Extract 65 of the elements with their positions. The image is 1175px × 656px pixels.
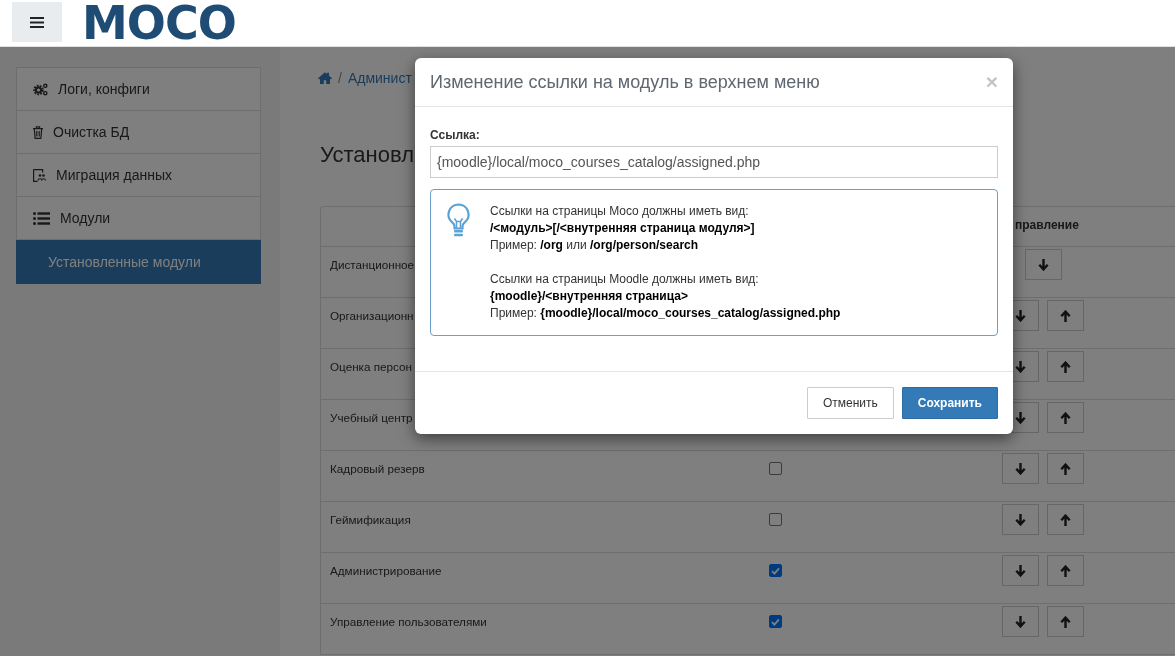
move-up-button[interactable] [1047, 606, 1084, 637]
checkbox[interactable] [769, 513, 782, 526]
example-text: Пример: {moodle}/local/moco_courses_catalog/assigned.php [490, 305, 841, 322]
logo[interactable]: MOCO [82, 2, 236, 44]
hint-text: Ссылки на страницы Moco должны иметь вид: [490, 203, 750, 220]
save-button[interactable]: Сохранить [901, 387, 998, 419]
arrow-down-icon [1015, 411, 1026, 424]
breadcrumb-separator: / [338, 70, 342, 86]
sidebar-item[interactable]: Миграция данных [16, 154, 261, 197]
arrow-down-icon [1015, 309, 1026, 322]
arrow-down-icon [1015, 513, 1026, 526]
field-label: Ссылка: [430, 127, 481, 144]
checkbox[interactable] [769, 462, 782, 475]
arrow-up-icon [1060, 360, 1071, 373]
module-name: Организационн [330, 309, 414, 322]
arrow-up-icon [1060, 411, 1071, 424]
arrow-down-icon [1015, 462, 1026, 475]
arrow-up-icon [1060, 564, 1071, 577]
sidebar-item[interactable]: Очистка БД [16, 111, 261, 154]
checkmark-icon [771, 566, 780, 575]
move-up-button[interactable] [1047, 555, 1084, 586]
trash-icon [33, 125, 43, 139]
list-icon [33, 211, 50, 225]
move-up-button[interactable] [1047, 453, 1084, 484]
module-name: Геймификация [330, 513, 411, 526]
column-header: правление [1015, 218, 1079, 232]
checkbox[interactable] [769, 564, 782, 577]
move-up-button[interactable] [1047, 402, 1084, 433]
link-pattern: /<модуль>[/<внутренняя страница модуля>] [490, 220, 756, 237]
checkmark-icon [771, 617, 780, 626]
module-name: Администрирование [330, 564, 442, 577]
hint-text: Ссылки на страницы Moodle должны иметь вид: [490, 271, 760, 288]
module-name: Оценка персон [330, 360, 412, 373]
example-text: Пример: /org или /org/person/search [490, 237, 700, 254]
breadcrumb-link[interactable]: Админист [347, 70, 412, 86]
link-input-field[interactable]: {moodle}/local/moco_courses_catalog/assigned.php [430, 146, 998, 178]
module-name: Дистанционное [330, 258, 415, 271]
arrow-up-icon [1060, 309, 1071, 322]
menu-button[interactable] [12, 2, 62, 42]
move-up-button[interactable] [1047, 351, 1084, 382]
module-name: Учебный центр [330, 411, 413, 424]
cancel-button[interactable]: Отменить [806, 387, 894, 419]
sidebar-item[interactable]: Логи, конфиги [16, 67, 261, 111]
link-pattern: {moodle}/<внутренняя страница> [490, 288, 689, 305]
checkbox[interactable] [769, 615, 782, 628]
menu-icon [30, 16, 44, 28]
page-title: Установл [320, 141, 414, 169]
arrow-up-icon [1060, 462, 1071, 475]
arrow-down-icon [1015, 564, 1026, 577]
lightbulb-icon [447, 203, 470, 237]
move-up-button[interactable] [1047, 300, 1084, 331]
users-document-icon [33, 168, 46, 182]
arrow-up-icon [1060, 513, 1071, 526]
modal-title: Изменение ссылки на модуль в верхнем меню [430, 72, 820, 92]
sidebar-item[interactable]: Установленные модули [16, 240, 261, 284]
move-up-button[interactable] [1047, 504, 1084, 535]
arrow-up-icon [1060, 615, 1071, 628]
sidebar-item[interactable]: Модули [16, 197, 261, 240]
home-icon[interactable] [318, 72, 332, 84]
gears-icon [33, 82, 48, 96]
module-name: Управление пользователями [330, 615, 487, 628]
module-name: Кадровый резерв [330, 462, 425, 475]
arrow-down-icon [1015, 615, 1026, 628]
arrow-down-icon [1037, 258, 1049, 271]
arrow-down-icon [1015, 360, 1026, 373]
